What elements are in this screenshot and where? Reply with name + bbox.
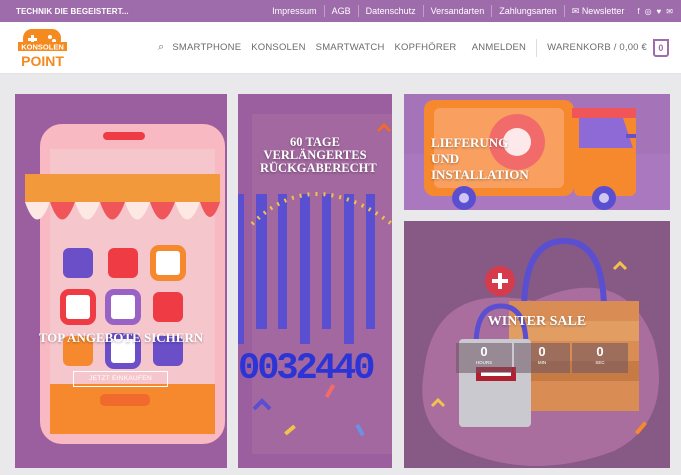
countdown-hours-unit: Hours [475, 360, 493, 365]
cart-count-badge[interactable]: 0 [653, 38, 669, 57]
delivery-title-line2: UND [431, 151, 460, 166]
link-datenschutz[interactable]: Datenschutz [357, 5, 423, 17]
banner-winter-sale[interactable]: WINTER SALE 0 Hours 0 Min 0 Sec [404, 221, 670, 468]
link-impressum[interactable]: Impressum [265, 5, 324, 17]
sale-countdown: 0 Hours 0 Min 0 Sec [456, 343, 628, 373]
facebook-icon[interactable]: f [637, 7, 639, 16]
twitter-icon[interactable]: ♥ [657, 7, 662, 16]
countdown-seconds-unit: Sec [595, 360, 605, 365]
link-versandarten[interactable]: Versandarten [422, 5, 492, 17]
countdown-minutes-unit: Min [537, 360, 547, 365]
logo-text-bottom: POINT [21, 53, 64, 69]
email-icon[interactable]: ✉ [666, 7, 673, 16]
countdown-minutes-value: 0 [538, 344, 546, 359]
header-account: ANMELDEN WARENKORB / 0,00 € 0 [472, 38, 669, 57]
countdown-minutes: 0 Min [514, 343, 570, 373]
delivery-title-line3: INSTALLATION [431, 167, 529, 182]
logo[interactable]: KONSOLEN POINT [17, 27, 68, 69]
site-header: KONSOLEN POINT ⌕ SMARTPHONE KONSOLEN SMA… [0, 22, 681, 74]
logo-text-top: KONSOLEN [21, 42, 64, 51]
phone-shop-illustration [15, 94, 227, 468]
countdown-seconds-value: 0 [596, 344, 604, 359]
banner-top-offers[interactable]: TOP ANGEBOTE SICHERN JETZT EINKAUFEN [15, 94, 227, 468]
mail-icon: ✉ [571, 6, 580, 16]
nav-smartphone[interactable]: SMARTPHONE [172, 42, 241, 53]
winter-sale-title: WINTER SALE [487, 314, 587, 329]
delivery-title-line1: LIEFERUNG [431, 135, 509, 150]
top-offers-title: TOP ANGEBOTE SICHERN [38, 330, 204, 345]
gamepad-logo-icon: KONSOLEN POINT [18, 28, 67, 69]
link-agb[interactable]: AGB [323, 5, 358, 17]
tagline: TECHNIK DIE BEGEISTERT... [16, 6, 129, 16]
cart-link[interactable]: WARENKORB / 0,00 € [547, 42, 647, 53]
link-newsletter[interactable]: ✉ Newsletter [563, 5, 632, 17]
nav-smartwatch[interactable]: SMARTWATCH [316, 42, 385, 53]
nav-kopfhoerer[interactable]: KOPFHÖRER [395, 42, 457, 53]
social-icons: f ◎ ♥ ✉ [637, 7, 673, 16]
main-nav: ⌕ SMARTPHONE KONSOLEN SMARTWATCH KOPFHÖR… [158, 41, 457, 54]
top-bar: TECHNIK DIE BEGEISTERT... Impressum AGB … [0, 0, 681, 22]
banner-delivery[interactable]: LIEFERUNG UND INSTALLATION [404, 94, 670, 210]
delivery-title: LIEFERUNG UND INSTALLATION [431, 135, 529, 183]
nav-konsolen[interactable]: KONSOLEN [251, 42, 305, 53]
barcode-number: 0032440 [238, 348, 375, 390]
link-zahlungsarten[interactable]: Zahlungsarten [491, 5, 564, 17]
search-icon[interactable]: ⌕ [158, 41, 164, 54]
top-links: Impressum AGB Datenschutz Versandarten Z… [265, 0, 673, 22]
countdown-hours-value: 0 [480, 344, 488, 359]
newsletter-label: Newsletter [581, 6, 625, 16]
countdown-hours: 0 Hours [456, 343, 512, 373]
banner-returns[interactable]: 60 TAGE VERLÄNGERTES RÜCKGABERECHT 00324… [238, 94, 392, 468]
login-link[interactable]: ANMELDEN [472, 38, 538, 57]
instagram-icon[interactable]: ◎ [645, 7, 652, 16]
countdown-seconds: 0 Sec [572, 343, 628, 373]
shop-now-button[interactable]: JETZT EINKAUFEN [73, 371, 168, 387]
returns-title: 60 TAGE VERLÄNGERTES RÜCKGABERECHT [260, 135, 377, 175]
